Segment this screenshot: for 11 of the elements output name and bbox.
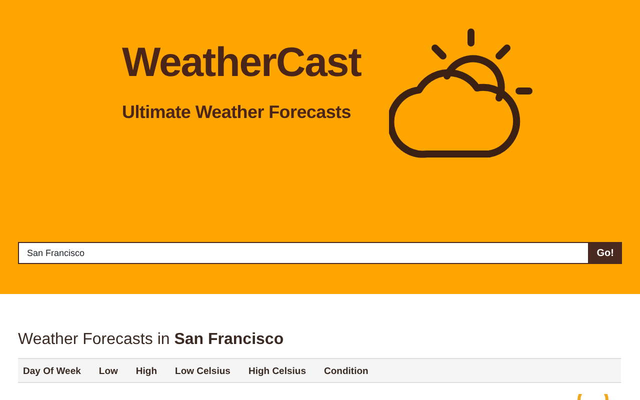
column-header: Low: [98, 365, 119, 380]
column-header: Day Of Week: [23, 365, 82, 380]
app-title: WeatherCast: [122, 40, 361, 86]
column-header: Low Celsius: [175, 365, 232, 380]
search-field[interactable]: San Francisco: [18, 242, 589, 264]
app-subtitle: Ultimate Weather Forecasts: [122, 101, 352, 124]
forecast-heading: Weather Forecasts in San Francisco: [18, 330, 285, 350]
column-header: High: [136, 365, 158, 380]
go-button[interactable]: Go!: [588, 242, 622, 264]
column-header: Condition: [324, 365, 370, 380]
column-header: High Celsius: [248, 365, 307, 380]
